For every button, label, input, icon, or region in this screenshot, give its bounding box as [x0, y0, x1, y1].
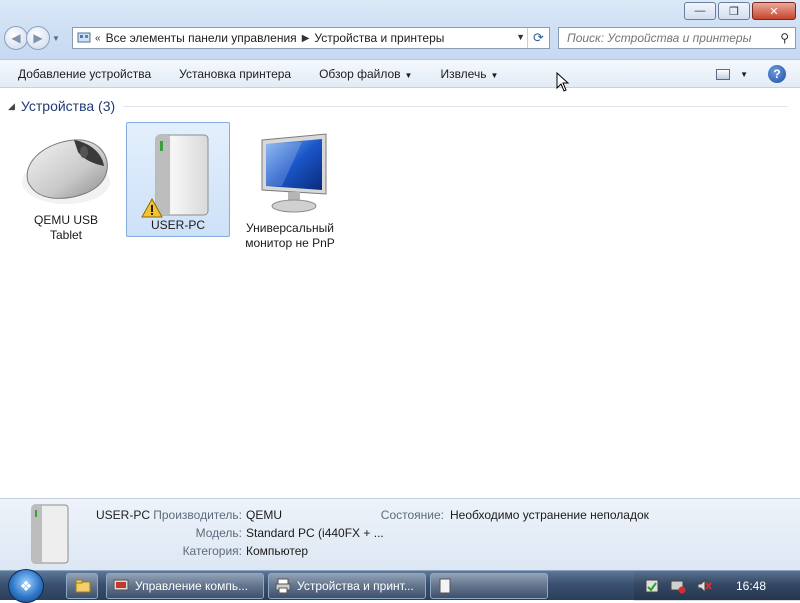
- browse-files-label: Обзор файлов: [319, 66, 401, 81]
- computer-icon: [141, 134, 209, 218]
- folder-icon: [75, 579, 91, 593]
- device-label-line2: монитор не PnP: [245, 236, 335, 250]
- volume-muted-icon[interactable]: [696, 578, 712, 594]
- device-label-line1: Универсальный: [246, 221, 334, 235]
- command-bar: Добавление устройства Установка принтера…: [0, 60, 800, 88]
- devices-group-header[interactable]: ◢ Устройства (3): [8, 98, 788, 114]
- device-tile-user-pc[interactable]: USER-PC: [126, 122, 230, 237]
- address-bar[interactable]: « Все элементы панели управления ▶ Устро…: [72, 27, 550, 49]
- mouse-cursor-icon: [556, 72, 570, 92]
- start-button[interactable]: ❖: [8, 569, 44, 603]
- search-icon[interactable]: ⚲: [780, 31, 789, 45]
- view-options-chevron-icon[interactable]: ▼: [740, 70, 748, 79]
- group-divider: [123, 105, 788, 107]
- manufacturer-label: Производитель:: [153, 508, 242, 522]
- forward-button[interactable]: ▶: [26, 26, 50, 50]
- taskbar-explorer-pin[interactable]: [66, 573, 98, 599]
- printer-icon: [275, 578, 291, 594]
- collapse-triangle-icon[interactable]: ◢: [8, 101, 15, 112]
- chevron-down-icon: ▼: [404, 70, 413, 80]
- eject-label: Извлечь: [440, 66, 487, 81]
- devices-content: ◢ Устройства (3) QEMU USB Tablet USER-PC…: [0, 88, 800, 498]
- taskbar-devices-printers[interactable]: Устройства и принт...: [268, 573, 426, 599]
- device-label-line1: QEMU USB: [33, 213, 98, 227]
- search-input[interactable]: [565, 30, 765, 46]
- model-label: Модель:: [195, 526, 242, 540]
- details-pane: USER-PC Производитель: QEMU Модель: Stan…: [0, 498, 800, 570]
- monitor-icon: [261, 133, 327, 213]
- system-tray: [634, 571, 800, 601]
- overflow-chevron-icon[interactable]: «: [95, 33, 101, 44]
- window-titlebar: — ❐ ✕ ◀ ▶ ▼ « Все элементы панели управл…: [0, 0, 800, 60]
- manufacturer-value: QEMU: [246, 508, 282, 522]
- taskbar-app-button[interactable]: [430, 573, 548, 599]
- device-label-line2: Tablet: [49, 228, 83, 242]
- breadcrumb-all-control-panel[interactable]: Все элементы панели управления: [106, 31, 297, 45]
- taskbar-computer-management[interactable]: Управление компь...: [106, 573, 264, 599]
- category-label: Категория:: [182, 544, 242, 558]
- network-icon[interactable]: [670, 578, 686, 594]
- refresh-button[interactable]: ⟳: [527, 28, 549, 48]
- back-arrow-icon: ◀: [11, 31, 21, 45]
- eject-button[interactable]: Извлечь ▼: [426, 67, 512, 81]
- windows-logo-icon: ❖: [19, 577, 33, 594]
- group-title: Устройства (3): [20, 98, 116, 114]
- breadcrumb-separator-icon[interactable]: ▶: [302, 33, 310, 44]
- action-center-icon[interactable]: [644, 578, 660, 594]
- address-dropdown-icon[interactable]: ▼: [516, 32, 525, 42]
- recent-pages-dropdown[interactable]: ▼: [52, 34, 60, 43]
- device-label-line1: USER-PC: [150, 218, 205, 232]
- model-value: Standard PC (i440FX + ...: [246, 526, 384, 540]
- device-tile-monitor[interactable]: Универсальный монитор не PnP: [238, 124, 342, 254]
- category-value: Компьютер: [246, 544, 309, 558]
- change-view-icon[interactable]: [716, 68, 731, 80]
- taskbar-button-label: Управление компь...: [135, 579, 249, 593]
- taskbar-button-label: Устройства и принт...: [297, 579, 414, 593]
- maximize-button[interactable]: ❐: [718, 2, 750, 20]
- computer-management-icon: [113, 579, 129, 591]
- mouse-icon: [22, 139, 110, 204]
- help-icon[interactable]: ?: [768, 65, 786, 83]
- chevron-down-icon: ▼: [490, 70, 499, 80]
- device-tile-qemu-tablet[interactable]: QEMU USB Tablet: [14, 124, 118, 242]
- browse-files-button[interactable]: Обзор файлов ▼: [305, 67, 426, 81]
- document-icon: [439, 578, 451, 594]
- computer-icon: [31, 504, 69, 564]
- status-value: Необходимо устранение неполадок: [450, 508, 649, 522]
- add-device-button[interactable]: Добавление устройства: [0, 67, 165, 81]
- window-controls: — ❐ ✕: [684, 2, 796, 20]
- close-button[interactable]: ✕: [752, 2, 796, 20]
- taskbar: ❖ Управление компь... Устройства и принт…: [0, 569, 800, 603]
- search-box: ⚲: [558, 27, 796, 49]
- command-bar-right: ▼ ?: [716, 60, 800, 88]
- minimize-button[interactable]: —: [684, 2, 716, 20]
- details-device-name: USER-PC: [96, 508, 151, 522]
- breadcrumb-devices-printers[interactable]: Устройства и принтеры: [314, 31, 444, 45]
- refresh-icon: ⟳: [533, 30, 544, 45]
- navigation-buttons: ◀ ▶ ▼: [4, 26, 60, 50]
- control-panel-icon: [77, 32, 91, 43]
- forward-arrow-icon: ▶: [33, 31, 43, 45]
- status-label: Состояние:: [380, 508, 444, 522]
- taskbar-clock[interactable]: 16:48: [736, 579, 766, 593]
- install-printer-button[interactable]: Установка принтера: [165, 67, 305, 81]
- back-button[interactable]: ◀: [4, 26, 28, 50]
